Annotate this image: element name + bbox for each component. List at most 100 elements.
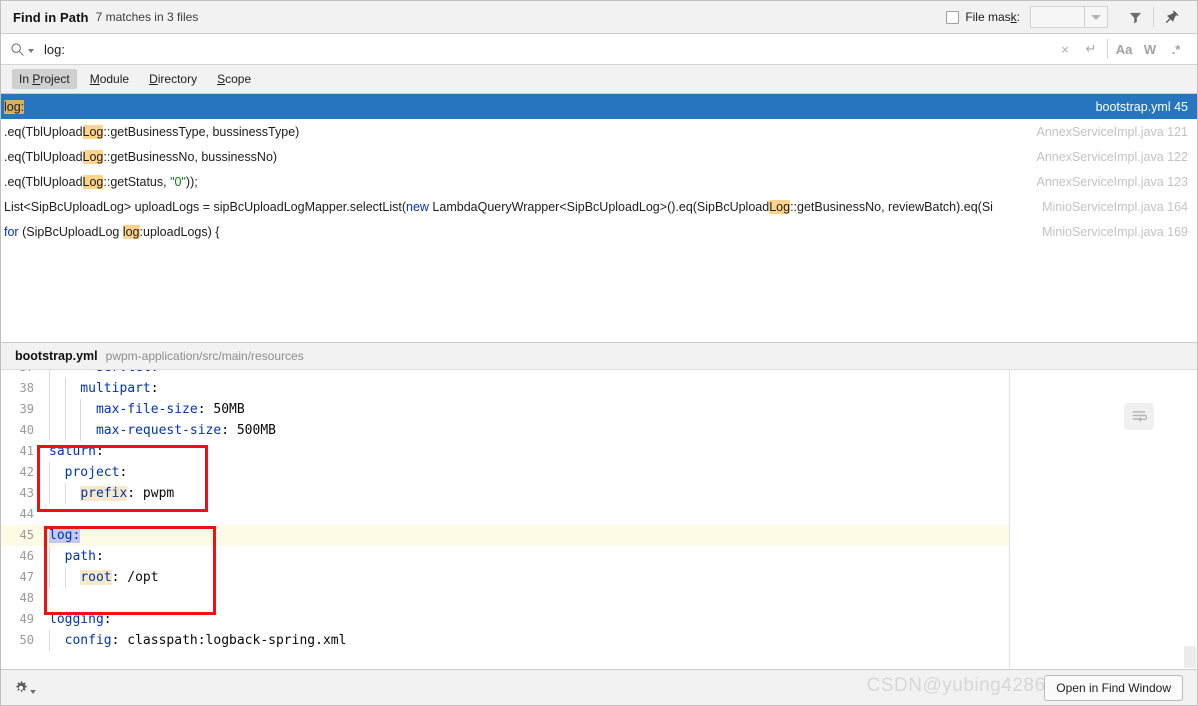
filter-button[interactable] — [1120, 3, 1150, 31]
indent-guide — [49, 378, 50, 399]
indent-guide — [49, 483, 50, 504]
preview-file-path: pwpm-application/src/main/resources — [105, 349, 304, 363]
settings-button[interactable] — [13, 680, 36, 696]
file-mask-input[interactable] — [1031, 7, 1084, 27]
indent-guide — [49, 630, 50, 651]
file-mask-checkbox[interactable] — [946, 10, 960, 24]
code-line-text: project: — [43, 462, 1009, 483]
code-line-text: servlet: — [43, 370, 1009, 378]
line-number: 45 — [19, 528, 34, 542]
search-result-row[interactable]: log: bootstrap.yml 45 — [1, 94, 1197, 119]
code-line-text: root: /opt — [43, 567, 1009, 588]
code-line-text: multipart: — [43, 378, 1009, 399]
result-match-text: List<SipBcUploadLog> uploadLogs = sipBcU… — [4, 199, 993, 214]
result-match-text: .eq(TblUploadLog::getBusinessType, bussi… — [4, 124, 300, 139]
indent-guide — [80, 399, 82, 420]
code-line[interactable]: 40 max-request-size: 500MB — [1, 420, 1009, 441]
indent-guide — [80, 420, 82, 441]
preview-file-name: bootstrap.yml — [15, 349, 98, 363]
search-input[interactable]: log: — [44, 42, 65, 57]
line-number: 50 — [19, 633, 34, 647]
match-case-toggle[interactable]: Aa — [1111, 36, 1137, 62]
soft-wrap-toggle-button[interactable] — [1124, 403, 1154, 430]
code-line-text: prefix: pwpm — [43, 483, 1009, 504]
code-line[interactable]: 48 — [1, 588, 1009, 609]
code-area[interactable]: 37 servlet:38 multipart:39 max-file-size… — [1, 370, 1010, 669]
result-file-location: MinioServiceImpl.java 164 — [1042, 199, 1188, 214]
line-number: 46 — [19, 549, 34, 563]
result-match-text: for (SipBcUploadLog log:uploadLogs) { — [4, 224, 220, 239]
code-line[interactable]: 44 — [1, 504, 1009, 525]
search-bar[interactable]: log: × ↵ Aa W .* — [1, 34, 1197, 65]
page-title: Find in Path — [13, 9, 89, 25]
code-line[interactable]: 43 prefix: pwpm — [1, 483, 1009, 504]
toolbar-divider — [1153, 7, 1154, 27]
status-bar: CSDN@yubing42865570923 Open in Find Wind… — [1, 669, 1197, 705]
scope-tab-directory[interactable]: Directory — [142, 69, 204, 89]
indent-guide — [49, 370, 50, 378]
indent-guide — [64, 378, 66, 399]
code-line[interactable]: 38 multipart: — [1, 378, 1009, 399]
result-file-location: MinioServiceImpl.java 169 — [1042, 224, 1188, 239]
search-result-row[interactable]: .eq(TblUploadLog::getBusinessType, bussi… — [1, 119, 1197, 144]
line-number: 48 — [19, 591, 34, 605]
code-line[interactable]: 42 project: — [1, 462, 1009, 483]
code-line-text: logging: — [49, 612, 112, 627]
line-number: 40 — [19, 423, 34, 437]
code-preview-pane: 37 servlet:38 multipart:39 max-file-size… — [1, 370, 1197, 669]
result-file-location: AnnexServiceImpl.java 123 — [1036, 174, 1188, 189]
search-result-row[interactable]: for (SipBcUploadLog log:uploadLogs) { Min… — [1, 219, 1197, 244]
search-result-row[interactable]: List<SipBcUploadLog> uploadLogs = sipBcU… — [1, 194, 1197, 219]
settings-gear-icon — [16, 680, 27, 692]
result-file-location: AnnexServiceImpl.java 121 — [1036, 124, 1188, 139]
file-mask-dropdown-arrow[interactable] — [1084, 7, 1107, 27]
search-results-list[interactable]: log: bootstrap.yml 45.eq(TblUploadLog::ge… — [1, 94, 1197, 342]
code-line[interactable]: 37 servlet: — [1, 370, 1009, 378]
regex-toggle[interactable]: .* — [1163, 36, 1189, 62]
file-mask-label: File mask: — [965, 10, 1020, 24]
titlebar-actions: File mask: — [946, 3, 1187, 31]
code-line-text: saturn: — [49, 444, 104, 459]
scope-tab-module[interactable]: Module — [83, 69, 136, 89]
find-in-path-window: Find in Path 7 matches in 3 files File m… — [0, 0, 1198, 706]
search-divider — [1107, 39, 1108, 59]
filter-funnel-icon — [1129, 12, 1141, 23]
open-in-find-window-button[interactable]: Open in Find Window — [1044, 674, 1183, 701]
settings-chevron-down-icon — [30, 689, 36, 694]
whole-words-toggle[interactable]: W — [1137, 36, 1163, 62]
status-bar-actions: Open in Find Window — [1044, 674, 1183, 701]
indent-guide — [64, 483, 66, 504]
file-mask-combobox[interactable] — [1030, 6, 1108, 28]
clear-search-icon[interactable]: × — [1052, 36, 1078, 62]
code-line[interactable]: 45 log: — [1, 525, 1009, 546]
scope-tab-in-project[interactable]: In Project — [12, 69, 77, 89]
search-icon — [10, 42, 25, 57]
line-number: 39 — [19, 402, 34, 416]
code-line[interactable]: 49 logging: — [1, 609, 1009, 630]
match-summary: 7 matches in 3 files — [95, 10, 199, 24]
multiline-toggle-icon[interactable]: ↵ — [1078, 36, 1104, 62]
code-line-text: log: — [49, 528, 81, 543]
pin-icon — [1165, 10, 1179, 23]
line-number: 49 — [19, 612, 34, 626]
code-line[interactable]: 46 path: — [1, 546, 1009, 567]
search-history-chevron-icon[interactable] — [28, 49, 34, 53]
preview-file-header[interactable]: bootstrap.yml pwpm-application/src/main/… — [1, 342, 1197, 370]
search-result-row[interactable]: .eq(TblUploadLog::getStatus, "0")); Annex… — [1, 169, 1197, 194]
search-result-row[interactable]: .eq(TblUploadLog::getBusinessNo, bussine… — [1, 144, 1197, 169]
result-match-text: .eq(TblUploadLog::getBusinessNo, bussine… — [4, 149, 278, 164]
editor-scrollbar-thumb[interactable] — [1184, 646, 1196, 668]
file-mask-group[interactable]: File mask: — [946, 6, 1108, 28]
code-line[interactable]: 41 saturn: — [1, 441, 1009, 462]
line-number: 42 — [19, 465, 34, 479]
indent-guide — [49, 567, 50, 588]
code-line[interactable]: 39 max-file-size: 50MB — [1, 399, 1009, 420]
code-line[interactable]: 50 config: classpath:logback-spring.xml — [1, 630, 1009, 651]
code-line[interactable]: 47 root: /opt — [1, 567, 1009, 588]
titlebar: Find in Path 7 matches in 3 files File m… — [1, 1, 1197, 34]
line-number: 41 — [19, 444, 34, 458]
pin-button[interactable] — [1157, 3, 1187, 31]
scope-tab-scope[interactable]: Scope — [210, 69, 258, 89]
indent-guide — [64, 567, 66, 588]
indent-guide — [64, 420, 66, 441]
